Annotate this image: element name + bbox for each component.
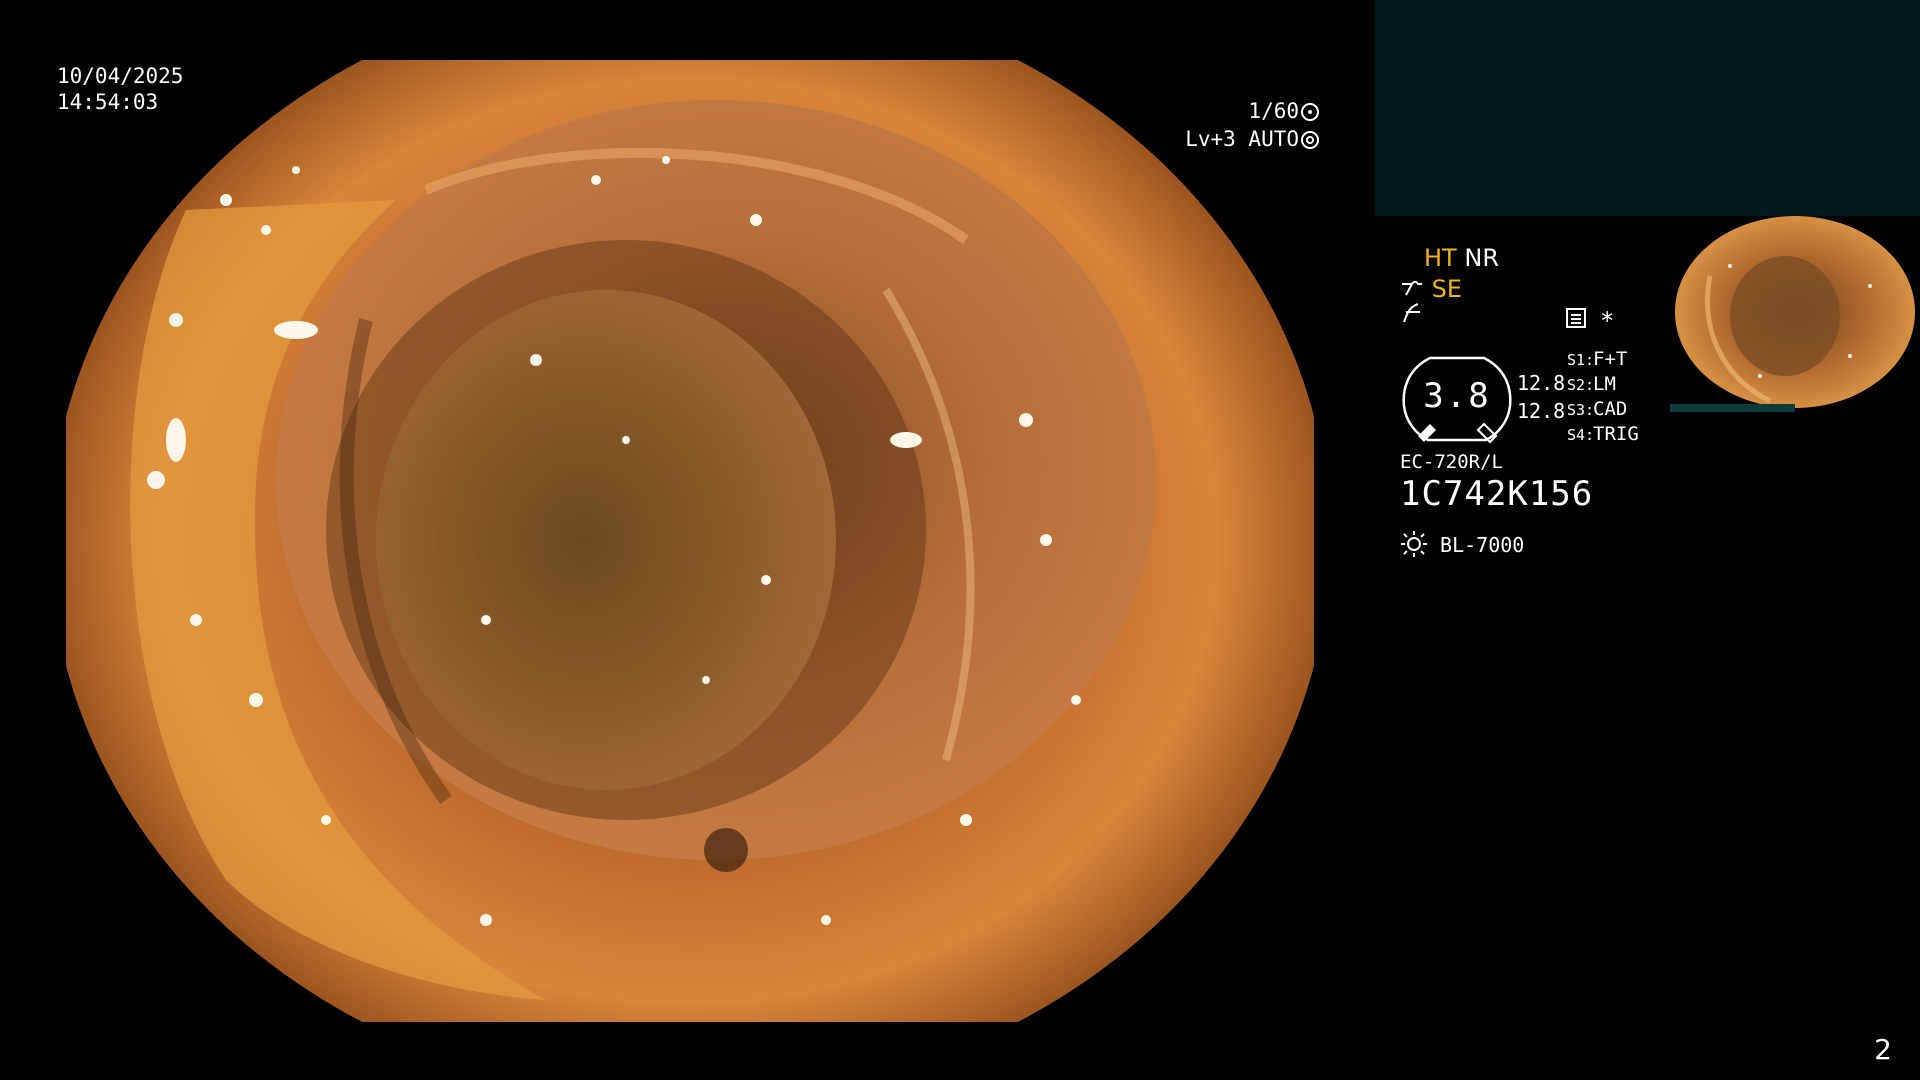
switch-key: S4: bbox=[1567, 426, 1595, 444]
scope-model: EC-720R/L bbox=[1400, 451, 1503, 473]
time-label: 14:54:03 bbox=[57, 90, 159, 114]
switch-key: S3: bbox=[1567, 401, 1595, 419]
asterisk-indicator: * bbox=[1600, 307, 1615, 335]
exposure-readout: Lv+3 AUTO bbox=[1185, 126, 1319, 152]
dial-value: 3.8 bbox=[1423, 376, 1491, 416]
switch-label: F+T bbox=[1593, 348, 1628, 370]
shutter-icon bbox=[1301, 103, 1319, 121]
processing-status: HT NR bbox=[1424, 244, 1499, 272]
se-row: SE bbox=[1400, 275, 1462, 303]
switch-key: S2: bbox=[1567, 376, 1595, 394]
light-source-icon bbox=[1400, 531, 1440, 557]
shutter-readout: 1/60 bbox=[1248, 98, 1319, 124]
scope-switch-s1: S1:F+T bbox=[1567, 347, 1639, 372]
thumbnail-image[interactable] bbox=[1670, 216, 1920, 416]
iris-icon bbox=[1301, 131, 1319, 149]
dial-side-value-1: 12.8 bbox=[1517, 371, 1566, 395]
dial-side-value-2: 12.8 bbox=[1517, 399, 1566, 423]
exposure-mode: AUTO bbox=[1248, 127, 1299, 151]
se-indicator: SE bbox=[1431, 275, 1463, 303]
frequency-icon bbox=[1400, 300, 1430, 336]
switch-label: LM bbox=[1593, 373, 1616, 395]
exposure-level: Lv+3 bbox=[1185, 127, 1236, 151]
scope-switch-s2: S2:LM bbox=[1567, 372, 1639, 397]
date-label: 10/04/2025 bbox=[57, 64, 184, 88]
switch-label: TRIG bbox=[1593, 423, 1639, 445]
preview-panel bbox=[1375, 0, 1920, 216]
page-number: 2 bbox=[1874, 1033, 1892, 1066]
scope-switch-list: S1:F+T S2:LM S3:CAD S4:TRIG bbox=[1567, 347, 1639, 447]
scope-serial: 1C742K156 bbox=[1400, 474, 1594, 514]
ht-indicator: HT bbox=[1424, 244, 1457, 272]
scope-switch-s4: S4:TRIG bbox=[1567, 422, 1639, 447]
endoscopic-view bbox=[66, 60, 1314, 1022]
structure-enhance-icon bbox=[1400, 275, 1432, 303]
light-source-label: BL-7000 bbox=[1440, 533, 1525, 557]
light-source: BL-7000 bbox=[1400, 530, 1524, 558]
switch-label: CAD bbox=[1593, 398, 1628, 420]
memo-icon bbox=[1565, 307, 1587, 333]
switch-key: S1: bbox=[1567, 351, 1595, 369]
shutter-speed: 1/60 bbox=[1248, 99, 1299, 123]
magnification-dial: 3.8 bbox=[1400, 350, 1514, 444]
nr-indicator: NR bbox=[1464, 244, 1499, 272]
scope-switch-s3: S3:CAD bbox=[1567, 397, 1639, 422]
